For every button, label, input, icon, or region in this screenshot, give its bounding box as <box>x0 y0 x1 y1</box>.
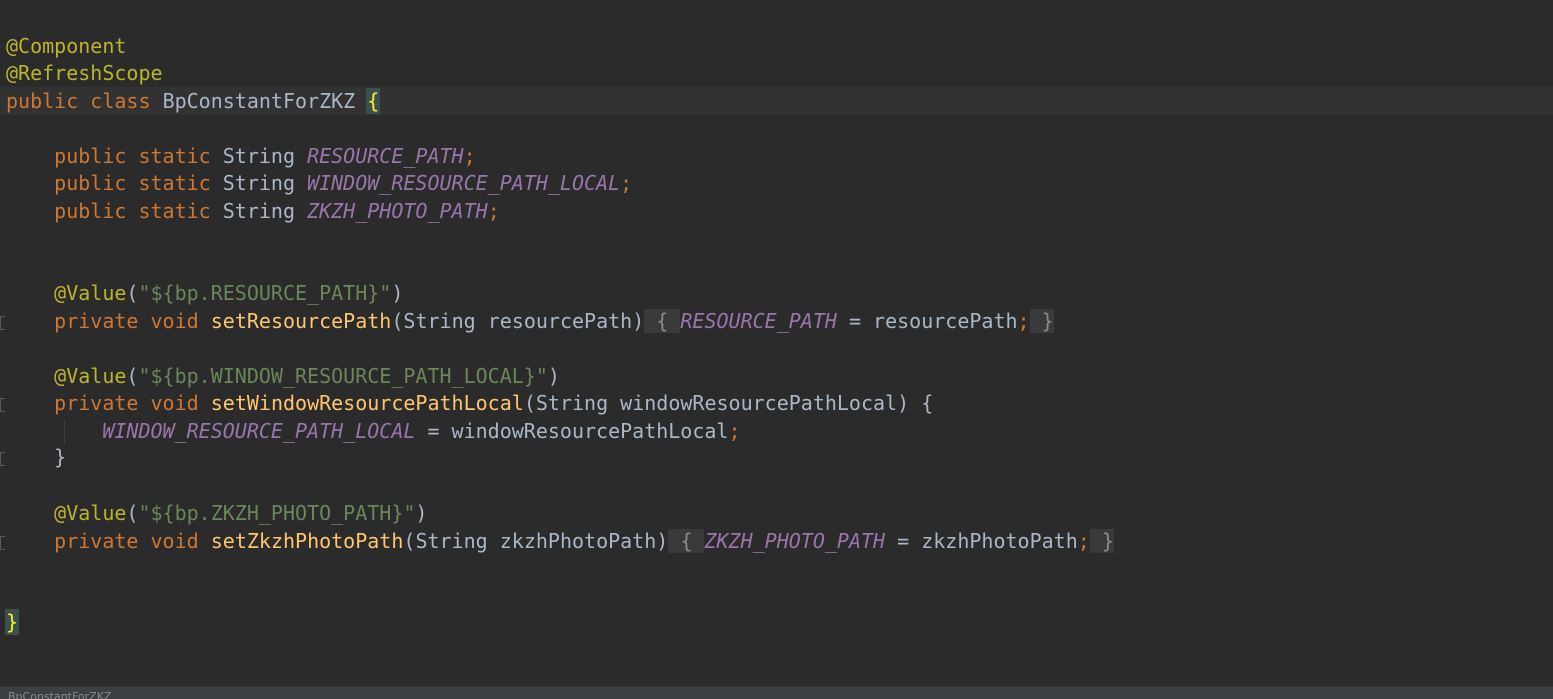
paren-close: ) <box>547 364 560 388</box>
keyword-private: private <box>54 529 139 553</box>
code-line-value-annotation[interactable]: @Value("${bp.RESOURCE_PATH}") <box>6 280 403 307</box>
annotation-value: @Value <box>54 281 127 305</box>
folded-region-close[interactable]: } <box>1089 529 1114 553</box>
breadcrumb-class-name[interactable]: BpConstantForZKZ <box>8 690 111 699</box>
paren-close: ) <box>391 281 404 305</box>
code-line-class-close[interactable]: } <box>4 609 20 636</box>
paren-close: ) <box>632 309 645 333</box>
param-reference: zkzhPhotoPath <box>921 529 1078 553</box>
annotation-value: @Value <box>54 364 127 388</box>
paren-open: ( <box>523 391 536 415</box>
semicolon: ; <box>620 171 633 195</box>
class-close-brace: } <box>4 609 20 635</box>
code-line-method-setwindowresourcepathlocal[interactable]: private void setWindowResourcePathLocal(… <box>6 390 933 417</box>
keyword-public: public <box>54 171 127 195</box>
paren-open: ( <box>126 281 139 305</box>
field-name: WINDOW_RESOURCE_PATH_LOCAL <box>307 171 621 195</box>
code-line-class-declaration[interactable]: public class BpConstantForZKZ { <box>6 88 381 115</box>
param-name: resourcePath <box>487 309 633 333</box>
annotation-value: @Value <box>54 501 127 525</box>
semicolon: ; <box>487 199 500 223</box>
paren-open: ( <box>391 309 404 333</box>
method-name: setZkzhPhotoPath <box>210 529 404 553</box>
keyword-class: class <box>90 89 151 113</box>
param-name: zkzhPhotoPath <box>499 529 657 553</box>
fold-gutter-icon[interactable] <box>0 398 5 412</box>
folded-region-open[interactable]: { <box>644 309 681 333</box>
code-line-method-setzkzhphotopath[interactable]: private void setZkzhPhotoPath(String zkz… <box>6 528 1114 555</box>
keyword-public: public <box>54 144 127 168</box>
keyword-void: void <box>150 391 199 415</box>
code-line-refreshscope-annotation[interactable]: @RefreshScope <box>6 60 163 87</box>
param-type: String <box>415 529 488 553</box>
param-type: String <box>403 309 476 333</box>
method-name: setWindowResourcePathLocal <box>210 391 524 415</box>
code-editor[interactable]: @Component @RefreshScope public class Bp… <box>0 0 1553 686</box>
paren-close: ) <box>656 529 669 553</box>
paren-close: ) <box>415 501 428 525</box>
fold-gutter-icon[interactable] <box>0 536 5 550</box>
code-line-field[interactable]: public static String ZKZH_PHOTO_PATH; <box>6 198 500 225</box>
class-open-brace: { <box>366 88 381 114</box>
field-name: ZKZH_PHOTO_PATH <box>307 199 488 223</box>
assign-operator: = <box>836 309 874 333</box>
code-line-component-annotation[interactable]: @Component <box>6 33 126 60</box>
fold-gutter-icon[interactable] <box>0 316 5 330</box>
type-string: String <box>222 171 296 195</box>
code-line-method-setresourcepath[interactable]: private void setResourcePath(String reso… <box>6 308 1054 335</box>
semicolon: ; <box>1077 529 1090 553</box>
field-reference: RESOURCE_PATH <box>680 309 837 333</box>
keyword-static: static <box>138 199 211 223</box>
keyword-void: void <box>150 309 199 333</box>
folded-region-close[interactable]: } <box>1029 309 1054 333</box>
code-line-field[interactable]: public static String RESOURCE_PATH; <box>6 143 476 170</box>
breadcrumb-bar: BpConstantForZKZ <box>0 686 1553 699</box>
type-string: String <box>222 199 296 223</box>
string-literal: "${bp.WINDOW_RESOURCE_PATH_LOCAL}" <box>138 364 548 388</box>
code-line-field[interactable]: public static String WINDOW_RESOURCE_PAT… <box>6 170 632 197</box>
class-name: BpConstantForZKZ <box>162 89 356 113</box>
keyword-static: static <box>138 144 211 168</box>
method-close-brace: } <box>54 445 67 469</box>
code-line-method-close[interactable]: } <box>6 444 66 471</box>
assign-operator: = <box>415 419 452 443</box>
semicolon: ; <box>728 419 741 443</box>
annotation-component: @Component <box>6 34 127 58</box>
paren-close-brace: ) { <box>897 391 934 415</box>
param-reference: resourcePath <box>873 309 1018 333</box>
param-name: windowResourcePathLocal <box>620 391 898 415</box>
string-literal: "${bp.ZKZH_PHOTO_PATH}" <box>138 501 416 525</box>
field-reference: ZKZH_PHOTO_PATH <box>704 529 886 553</box>
method-name: setResourcePath <box>210 309 392 333</box>
folded-region-open[interactable]: { <box>668 529 705 553</box>
annotation-refresh-scope: @RefreshScope <box>6 61 163 85</box>
paren-open: ( <box>403 529 416 553</box>
paren-open: ( <box>126 364 139 388</box>
keyword-private: private <box>54 391 139 415</box>
keyword-public: public <box>54 199 127 223</box>
keyword-void: void <box>150 529 199 553</box>
semicolon: ; <box>1017 309 1030 333</box>
assign-operator: = <box>885 529 922 553</box>
field-name: RESOURCE_PATH <box>307 144 464 168</box>
keyword-static: static <box>138 171 211 195</box>
semicolon: ; <box>463 144 476 168</box>
paren-open: ( <box>126 501 139 525</box>
keyword-public: public <box>6 89 79 113</box>
code-line-value-annotation[interactable]: @Value("${bp.WINDOW_RESOURCE_PATH_LOCAL}… <box>6 363 560 390</box>
param-reference: windowResourcePathLocal <box>451 419 729 443</box>
code-line-value-annotation[interactable]: @Value("${bp.ZKZH_PHOTO_PATH}") <box>6 500 427 527</box>
field-reference: WINDOW_RESOURCE_PATH_LOCAL <box>102 419 416 443</box>
code-line-assignment[interactable]: WINDOW_RESOURCE_PATH_LOCAL = windowResou… <box>6 418 741 445</box>
fold-gutter-icon[interactable] <box>0 452 5 466</box>
type-string: String <box>222 144 296 168</box>
param-type: String <box>535 391 609 415</box>
keyword-private: private <box>54 309 139 333</box>
string-literal: "${bp.RESOURCE_PATH}" <box>138 281 392 305</box>
